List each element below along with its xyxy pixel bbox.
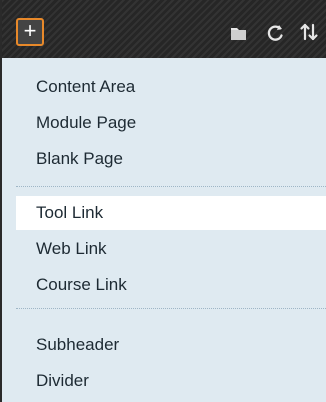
menu-item-web-link[interactable]: Web Link bbox=[16, 232, 326, 266]
add-menu-item-button[interactable]: + bbox=[16, 18, 44, 46]
panel-left-rule bbox=[0, 0, 2, 402]
menu-item-subheader[interactable]: Subheader bbox=[16, 328, 326, 362]
plus-icon: + bbox=[23, 18, 37, 43]
sort-icon[interactable] bbox=[295, 18, 323, 46]
refresh-icon[interactable] bbox=[261, 18, 289, 46]
menu-separator bbox=[16, 186, 326, 187]
menu-item-tool-link[interactable]: Tool Link bbox=[16, 196, 326, 230]
menu-item-module-page[interactable]: Module Page bbox=[16, 106, 326, 140]
menu-item-blank-page[interactable]: Blank Page bbox=[16, 142, 326, 176]
menu-item-content-area[interactable]: Content Area bbox=[16, 70, 326, 104]
folder-icon[interactable] bbox=[224, 18, 252, 46]
course-menu-panel: + Content Area Module Page Blank Page To… bbox=[0, 0, 326, 402]
toolbar: + bbox=[2, 0, 326, 58]
add-menu-dropdown: Content Area Module Page Blank Page Tool… bbox=[2, 58, 326, 402]
menu-item-course-link[interactable]: Course Link bbox=[16, 268, 326, 302]
menu-item-divider[interactable]: Divider bbox=[16, 364, 326, 398]
menu-separator bbox=[16, 308, 326, 309]
